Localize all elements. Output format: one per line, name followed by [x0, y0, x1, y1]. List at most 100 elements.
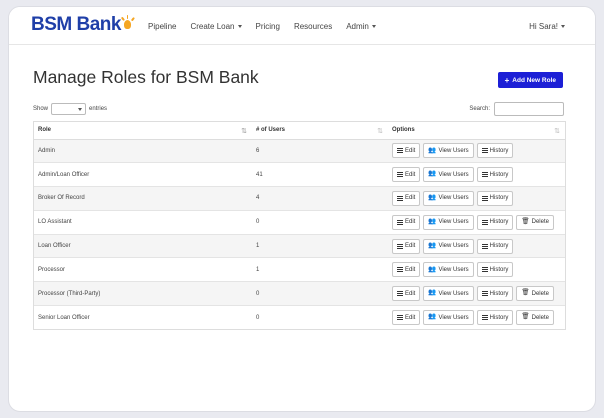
- chevron-down-icon: [371, 24, 376, 28]
- list-icon: [397, 219, 403, 225]
- view-users-button[interactable]: 👥 View Users: [423, 286, 474, 302]
- view-users-button[interactable]: 👥 View Users: [423, 167, 474, 183]
- user-count: 4: [252, 186, 388, 211]
- row-options: Edit 👥 View Users History: [388, 234, 565, 259]
- view-users-button[interactable]: 👥 View Users: [423, 310, 474, 326]
- search-label: Search:: [469, 106, 490, 112]
- view-users-button[interactable]: 👥 View Users: [423, 190, 474, 206]
- user-menu[interactable]: Hi Sara!: [529, 7, 565, 45]
- add-new-role-button[interactable]: + Add New Role: [497, 72, 563, 88]
- entries-select[interactable]: [51, 103, 87, 115]
- edit-button[interactable]: Edit: [392, 262, 421, 278]
- column-header-users[interactable]: # of Users ⇅: [252, 122, 388, 140]
- history-button[interactable]: History: [476, 238, 514, 254]
- sort-icon: ⇅: [554, 128, 560, 135]
- nav-link-admin[interactable]: Admin: [339, 22, 383, 31]
- row-options: Edit 👥 View Users History: [388, 186, 565, 211]
- user-count: 1: [252, 234, 388, 259]
- show-entries: Show entries: [33, 103, 107, 115]
- column-header-options[interactable]: Options ⇅: [388, 122, 565, 140]
- nav-link-create-loan[interactable]: Create Loan: [183, 22, 248, 31]
- search-input[interactable]: [494, 102, 564, 116]
- delete-button[interactable]: 🗑 Delete: [516, 214, 554, 230]
- top-navbar: BSM Bank Pipeline Create Loan Pricing Resou…: [9, 7, 595, 45]
- nav-link-resources[interactable]: Resources: [287, 22, 339, 31]
- edit-button[interactable]: Edit: [392, 214, 421, 230]
- role-name: LO Assistant: [34, 210, 252, 235]
- edit-button[interactable]: Edit: [392, 190, 421, 206]
- history-button[interactable]: History: [476, 143, 514, 159]
- plus-icon: +: [504, 75, 510, 85]
- edit-button[interactable]: Edit: [392, 167, 421, 183]
- user-count: 6: [252, 139, 388, 164]
- chevron-down-icon: [78, 108, 83, 111]
- list-icon: [481, 267, 488, 273]
- delete-button[interactable]: 🗑 Delete: [516, 310, 554, 326]
- table-row: Admin 6 Edit 👥 View Users History: [34, 139, 565, 164]
- users-icon: 👥: [428, 289, 437, 297]
- role-name: Processor: [34, 257, 252, 283]
- table-row: Loan Officer 1 Edit 👥 View Users History: [34, 234, 565, 259]
- row-options: Edit 👥 View Users History 🗑 Delete: [388, 281, 565, 307]
- table-header-row: Role ⇅ # of Users ⇅ Options ⇅: [34, 122, 565, 140]
- history-button[interactable]: History: [476, 262, 514, 278]
- view-users-button[interactable]: 👥 View Users: [423, 238, 474, 254]
- column-header-role[interactable]: Role ⇅: [34, 122, 252, 140]
- edit-button[interactable]: Edit: [392, 143, 421, 159]
- role-name: Broker Of Record: [34, 186, 252, 211]
- trash-icon: 🗑: [521, 313, 530, 321]
- entries-label: entries: [89, 106, 108, 112]
- edit-button[interactable]: Edit: [392, 238, 421, 254]
- role-name: Processor (Third-Party): [34, 281, 252, 307]
- show-label: Show: [33, 106, 49, 112]
- users-icon: 👥: [428, 146, 437, 154]
- list-icon: [481, 148, 488, 154]
- view-users-button[interactable]: 👥 View Users: [423, 143, 474, 159]
- list-icon: [397, 172, 403, 178]
- lightbulb-icon: [120, 15, 135, 35]
- nav-link-pipeline[interactable]: Pipeline: [141, 22, 183, 31]
- table-row: LO Assistant 0 Edit 👥 View Users History 🗑 Dele…: [34, 210, 565, 235]
- list-icon: [397, 315, 403, 321]
- history-button[interactable]: History: [476, 167, 514, 183]
- list-icon: [481, 195, 488, 201]
- table-row: Processor 1 Edit 👥 View Users History: [34, 257, 565, 283]
- users-icon: 👥: [428, 265, 437, 273]
- edit-button[interactable]: Edit: [392, 286, 421, 302]
- chevron-down-icon: [237, 24, 242, 28]
- list-icon: [397, 195, 403, 201]
- user-greeting: Hi Sara!: [529, 21, 558, 31]
- list-icon: [397, 148, 403, 154]
- list-icon: [397, 243, 403, 249]
- search-box: Search:: [469, 102, 564, 116]
- list-icon: [397, 267, 403, 273]
- role-name: Loan Officer: [34, 234, 252, 259]
- users-icon: 👥: [428, 313, 437, 321]
- row-options: Edit 👥 View Users History: [388, 162, 565, 188]
- list-icon: [481, 291, 488, 297]
- history-button[interactable]: History: [476, 190, 514, 206]
- view-users-button[interactable]: 👥 View Users: [423, 214, 474, 230]
- app-window: BSM Bank Pipeline Create Loan Pricing Resou…: [8, 6, 596, 412]
- nav-link-pricing[interactable]: Pricing: [249, 22, 287, 31]
- row-options: Edit 👥 View Users History: [388, 257, 565, 283]
- brand-name: BSM Bank: [31, 14, 121, 35]
- history-button[interactable]: History: [476, 310, 514, 326]
- table-row: Processor (Third-Party) 0 Edit 👥 View Users H…: [34, 281, 565, 307]
- brand-logo[interactable]: BSM Bank: [31, 13, 135, 37]
- history-button[interactable]: History: [476, 214, 514, 230]
- user-count: 0: [252, 210, 388, 235]
- users-icon: 👥: [428, 170, 437, 178]
- user-count: 1: [252, 257, 388, 283]
- user-count: 0: [256, 314, 260, 321]
- trash-icon: 🗑: [521, 218, 530, 226]
- page-title: Manage Roles for BSM Bank: [33, 67, 259, 87]
- list-icon: [481, 172, 488, 178]
- delete-button[interactable]: 🗑 Delete: [516, 286, 554, 302]
- history-button[interactable]: History: [476, 286, 514, 302]
- table-row: Admin/Loan Officer 41 Edit 👥 View Users Histo…: [34, 162, 565, 188]
- edit-button[interactable]: Edit: [392, 310, 421, 326]
- add-new-role-label: Add New Role: [512, 76, 556, 84]
- view-users-button[interactable]: 👥 View Users: [423, 262, 474, 278]
- list-icon: [397, 291, 403, 297]
